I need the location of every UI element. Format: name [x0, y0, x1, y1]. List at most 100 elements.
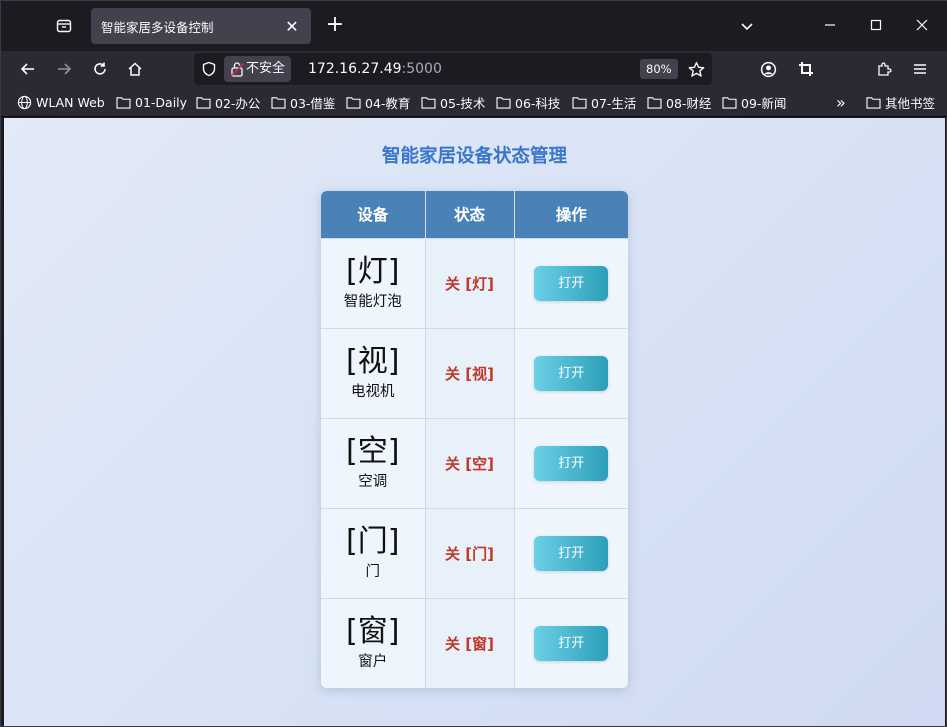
- chevron-down-icon[interactable]: [735, 14, 759, 38]
- bookmark-label: WLAN Web: [36, 94, 105, 110]
- bookmark-folder-07[interactable]: 07-生活: [572, 93, 636, 111]
- device-name: 电视机: [351, 384, 395, 400]
- open-button[interactable]: 打开: [534, 445, 609, 481]
- navigation-bar: 不安全 172.16.27.49:5000 80%: [1, 51, 947, 87]
- device-icon: [空]: [346, 434, 400, 469]
- device-name: 门: [365, 564, 381, 580]
- page-content: 智能家居设备状态管理 设备 状态 操作 [灯] 智能灯泡 关 [灯] 打开 [视…: [4, 118, 945, 726]
- hamburger-menu-icon[interactable]: [907, 56, 933, 82]
- folder-icon: [421, 96, 436, 109]
- device-cell: [视] 电视机: [321, 327, 426, 418]
- maximize-icon[interactable]: [853, 9, 899, 41]
- folder-icon: [346, 96, 361, 109]
- bookmarks-overflow-icon[interactable]: »: [836, 93, 846, 112]
- not-secure-indicator[interactable]: 不安全: [224, 56, 292, 82]
- table-row: [门] 门 关 [门] 打开: [321, 507, 628, 598]
- table-row: [灯] 智能灯泡 关 [灯] 打开: [321, 237, 628, 328]
- zoom-level-badge[interactable]: 80%: [640, 59, 678, 79]
- crop-screenshot-icon[interactable]: [793, 56, 819, 82]
- url-host: 172.16.27.49: [308, 61, 402, 77]
- not-secure-label: 不安全: [246, 61, 286, 76]
- header-device: 设备: [321, 191, 426, 238]
- status-text: 关 [门]: [445, 544, 494, 563]
- bookmark-label: 03-借鉴: [290, 95, 336, 111]
- bookmark-label: 05-技术: [440, 95, 486, 111]
- folder-icon: [572, 96, 587, 109]
- firefox-view-icon[interactable]: [51, 13, 77, 39]
- folder-icon: [647, 96, 662, 109]
- browser-window: 智能家居多设备控制 ✕ + 不安全 172.16.27.49:5000 80% …: [0, 0, 947, 727]
- action-cell: 打开: [514, 597, 628, 688]
- device-icon: [视]: [346, 344, 400, 379]
- device-icon: [门]: [346, 524, 400, 559]
- status-cell: 关 [窗]: [425, 597, 515, 688]
- status-text: 关 [视]: [445, 364, 494, 383]
- bookmark-wlan-web[interactable]: WLAN Web: [17, 93, 105, 111]
- active-tab[interactable]: 智能家居多设备控制 ✕: [91, 8, 311, 44]
- home-icon[interactable]: [122, 56, 148, 82]
- bookmark-folder-01[interactable]: 01-Daily: [116, 93, 187, 111]
- action-cell: 打开: [514, 417, 628, 508]
- folder-icon: [866, 96, 881, 109]
- forward-arrow-icon[interactable]: [51, 56, 77, 82]
- header-action: 操作: [514, 191, 628, 238]
- device-name: 空调: [358, 474, 388, 490]
- globe-icon: [17, 95, 32, 109]
- url-port: :5000: [401, 61, 442, 77]
- bookmark-label: 08-财经: [666, 95, 712, 111]
- device-name: 窗户: [358, 654, 388, 671]
- status-text: 关 [窗]: [445, 634, 494, 653]
- new-tab-button[interactable]: +: [323, 14, 347, 38]
- close-window-icon[interactable]: [899, 9, 945, 41]
- folder-icon: [722, 96, 737, 109]
- bookmark-label: 02-办公: [215, 95, 261, 111]
- bookmark-folder-08[interactable]: 08-财经: [647, 93, 711, 111]
- table-row: [窗] 窗户 关 [窗] 打开: [321, 597, 628, 688]
- device-cell: [空] 空调: [321, 417, 426, 508]
- tab-strip: 智能家居多设备控制 ✕ +: [1, 1, 947, 51]
- url-bar[interactable]: 不安全 172.16.27.49:5000 80%: [194, 53, 712, 85]
- status-cell: 关 [视]: [425, 327, 515, 418]
- device-cell: [门] 门: [321, 507, 426, 598]
- folder-icon: [116, 96, 131, 109]
- device-icon: [灯]: [346, 254, 400, 289]
- open-button[interactable]: 打开: [534, 355, 609, 391]
- back-arrow-icon[interactable]: [15, 56, 41, 82]
- shield-icon[interactable]: [196, 56, 222, 82]
- minimize-icon[interactable]: [807, 9, 853, 41]
- status-cell: 关 [空]: [425, 417, 515, 508]
- table-row: [空] 空调 关 [空] 打开: [321, 417, 628, 508]
- bookmark-label: 其他书签: [885, 95, 936, 111]
- bookmark-folder-09[interactable]: 09-新闻: [722, 93, 786, 111]
- bookmark-folder-06[interactable]: 06-科技: [496, 93, 560, 111]
- bookmark-folder-03[interactable]: 03-借鉴: [271, 93, 335, 111]
- device-cell: [灯] 智能灯泡: [321, 237, 426, 328]
- folder-icon: [196, 96, 211, 109]
- bookmark-folder-04[interactable]: 04-教育: [346, 93, 410, 111]
- open-button[interactable]: 打开: [534, 625, 609, 661]
- bookmark-label: 06-科技: [515, 95, 561, 111]
- status-text: 关 [空]: [445, 454, 494, 473]
- header-status: 状态: [425, 191, 515, 238]
- reload-icon[interactable]: [87, 56, 113, 82]
- star-icon[interactable]: [683, 56, 709, 82]
- tab-title: 智能家居多设备控制: [101, 19, 214, 35]
- bookmark-folder-05[interactable]: 05-技术: [421, 93, 485, 111]
- device-cell: [窗] 窗户: [321, 597, 426, 688]
- account-icon[interactable]: [755, 56, 781, 82]
- device-name: 智能灯泡: [343, 294, 402, 310]
- url-text[interactable]: 172.16.27.49:5000: [308, 53, 442, 85]
- bookmark-label: 09-新闻: [741, 95, 787, 111]
- open-button[interactable]: 打开: [534, 535, 609, 571]
- bookmark-folder-02[interactable]: 02-办公: [196, 93, 260, 111]
- status-cell: 关 [门]: [425, 507, 515, 598]
- bookmarks-toolbar: WLAN Web 01-Daily 02-办公 03-借鉴 04-教育 05-技…: [1, 87, 947, 117]
- page-title: 智能家居设备状态管理: [381, 146, 567, 167]
- open-button[interactable]: 打开: [534, 265, 609, 301]
- device-icon: [窗]: [346, 614, 400, 650]
- action-cell: 打开: [514, 327, 628, 418]
- bookmark-label: 04-教育: [365, 95, 411, 111]
- extensions-icon[interactable]: [871, 56, 897, 82]
- close-tab-icon[interactable]: ✕: [283, 17, 301, 36]
- other-bookmarks-folder[interactable]: 其他书签: [866, 93, 935, 111]
